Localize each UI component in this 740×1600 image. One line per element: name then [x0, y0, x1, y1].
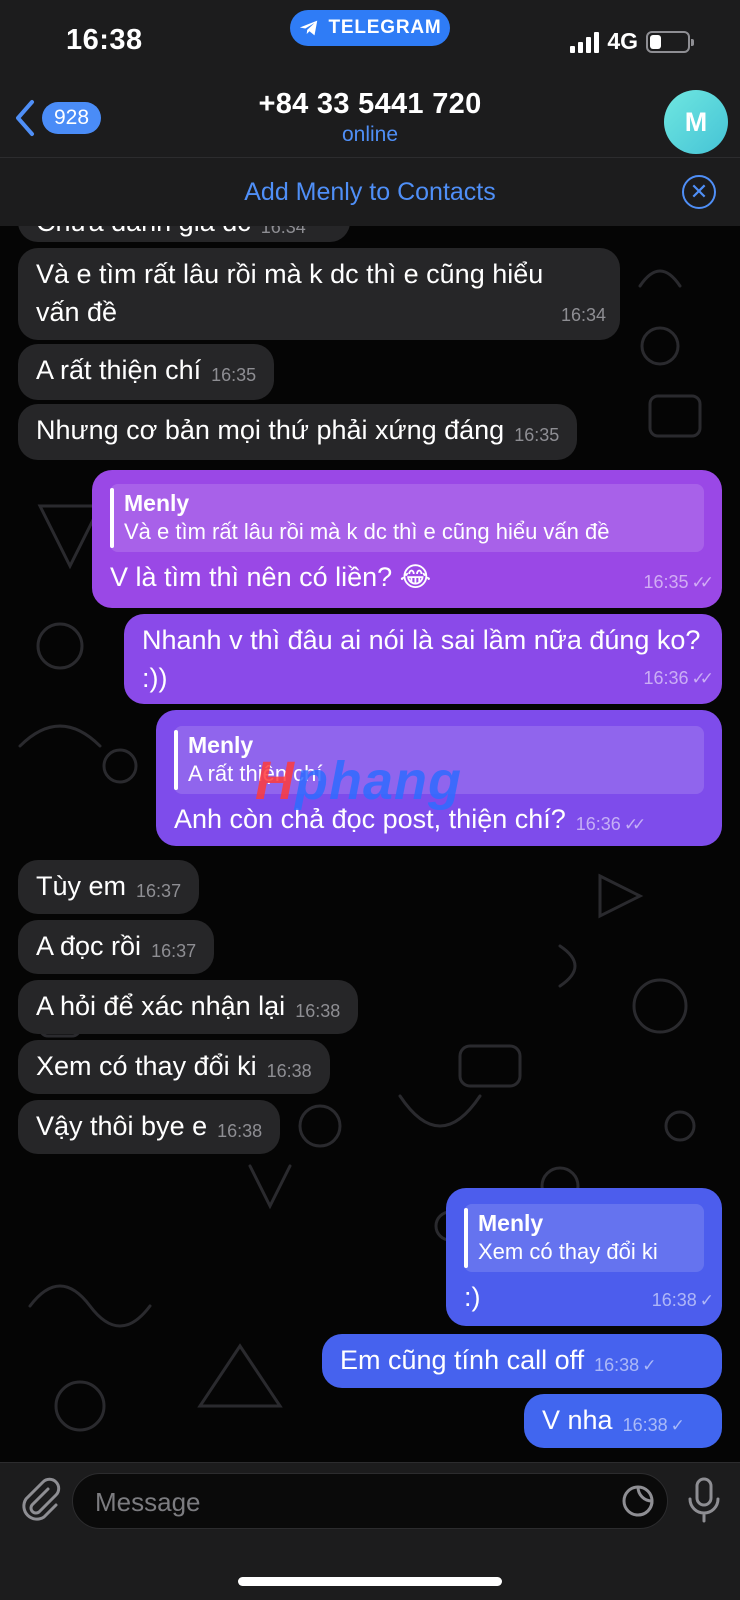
signal-icon: [570, 31, 600, 53]
reply-text: Và e tìm rất lâu rồi mà k dc thì e cũng …: [124, 519, 610, 544]
message-time: 16:37: [151, 941, 197, 961]
message-incoming[interactable]: Chưa đánh giá dc 16:34: [18, 226, 350, 242]
message-text: Nhanh v thì đâu ai nói là sai lầm nữa đú…: [142, 625, 701, 693]
message-time: 16:35: [514, 425, 560, 445]
message-outgoing[interactable]: Menly Và e tìm rất lâu rồi mà k dc thì e…: [92, 470, 722, 608]
telegram-icon: [300, 20, 318, 36]
message-time: 16:37: [136, 881, 182, 901]
message-text: Vậy thôi bye e: [36, 1111, 208, 1141]
reply-author: Menly: [124, 490, 190, 516]
watermark-logo: Hphang: [255, 751, 462, 811]
message-incoming[interactable]: Vậy thôi bye e 16:38: [18, 1100, 281, 1154]
telegram-pill[interactable]: TELEGRAM: [290, 10, 450, 46]
home-indicator: [238, 1577, 502, 1586]
message-text: A hỏi để xác nhận lại: [36, 991, 286, 1021]
message-text: Và e tìm rất lâu rồi mà k dc thì e cũng …: [36, 259, 544, 327]
telegram-pill-label: TELEGRAM: [328, 17, 442, 38]
chat-header: 928 +84 33 5441 720 online M: [0, 84, 740, 158]
message-text: V nha: [542, 1405, 613, 1435]
message-incoming[interactable]: Nhưng cơ bản mọi thứ phải xứng đáng 16:35: [18, 404, 578, 460]
read-check-icon: ✓: [670, 1416, 685, 1435]
chat-title-area[interactable]: +84 33 5441 720 online: [0, 88, 740, 147]
message-time: 16:35: [211, 365, 257, 385]
message-outgoing[interactable]: V nha 16:38 ✓: [524, 1394, 722, 1448]
message-outgoing[interactable]: Nhanh v thì đâu ai nói là sai lầm nữa đú…: [124, 614, 722, 704]
message-text: V là tìm thì nên có liền? 😂: [110, 562, 432, 592]
reply-text: Xem có thay đổi ki: [478, 1239, 658, 1264]
message-incoming[interactable]: Và e tìm rất lâu rồi mà k dc thì e cũng …: [18, 248, 620, 340]
message-outgoing[interactable]: Menly Xem có thay đổi ki :) 16:38 ✓: [446, 1188, 722, 1326]
message-text: Tùy em: [36, 871, 127, 901]
microphone-icon[interactable]: [686, 1477, 722, 1523]
battery-icon: [646, 30, 694, 53]
chat-title: +84 33 5441 720: [258, 88, 482, 120]
read-check-icon: ✓✓: [691, 573, 714, 592]
message-time: 16:34: [560, 305, 606, 325]
message-incoming[interactable]: Xem có thay đổi ki 16:38: [18, 1040, 330, 1094]
chat-status: online: [341, 123, 399, 146]
message-placeholder: Message: [95, 1487, 201, 1517]
message-time: 16:38: [295, 1001, 341, 1021]
message-time: 16:36 ✓✓: [643, 659, 714, 698]
network-type: 4G: [607, 28, 638, 54]
message-outgoing[interactable]: Em cũng tính call off 16:38 ✓: [322, 1334, 722, 1388]
close-icon[interactable]: ✕: [682, 175, 716, 209]
message-time: 16:38: [217, 1121, 263, 1141]
message-text: Nhưng cơ bản mọi thứ phải xứng đáng: [36, 415, 505, 445]
compose-bar: Message: [0, 1462, 740, 1600]
message-input[interactable]: Message: [72, 1473, 668, 1529]
read-check-icon: ✓✓: [623, 815, 646, 834]
reply-quote[interactable]: Menly Xem có thay đổi ki: [464, 1204, 704, 1272]
read-check-icon: ✓: [699, 1291, 714, 1310]
message-text: Em cũng tính call off: [340, 1345, 585, 1375]
reply-quote[interactable]: Menly Và e tìm rất lâu rồi mà k dc thì e…: [110, 484, 704, 552]
add-contact-bar: Add Menly to Contacts ✕: [0, 158, 740, 226]
message-incoming[interactable]: Tùy em 16:37: [18, 860, 200, 914]
message-text: Xem có thay đổi ki: [36, 1051, 257, 1081]
message-text: A đọc rồi: [36, 931, 142, 961]
reply-author: Menly: [478, 1210, 544, 1236]
read-check-icon: ✓✓: [691, 669, 714, 688]
message-text: Chưa đánh giá dc: [36, 226, 251, 237]
message-time: 16:36 ✓✓: [576, 805, 646, 844]
paperclip-icon[interactable]: [18, 1477, 62, 1523]
avatar[interactable]: M: [664, 90, 728, 154]
message-list[interactable]: Chưa đánh giá dc 16:34 Và e tìm rất lâu r…: [0, 226, 740, 1462]
message-incoming[interactable]: A hỏi để xác nhận lại 16:38: [18, 980, 359, 1034]
message-incoming[interactable]: A đọc rồi 16:37: [18, 920, 215, 974]
message-time: 16:38: [266, 1061, 312, 1081]
message-time: 16:35 ✓✓: [643, 563, 714, 602]
message-time: 16:38 ✓: [623, 1406, 685, 1445]
read-check-icon: ✓: [642, 1356, 656, 1375]
status-time: 16:38: [66, 24, 143, 56]
message-time: 16:34: [260, 226, 306, 237]
message-text: A rất thiện chí: [36, 355, 202, 385]
message-time: 16:38 ✓: [594, 1346, 656, 1385]
add-to-contacts-link[interactable]: Add Menly to Contacts: [244, 178, 496, 207]
message-incoming[interactable]: A rất thiện chí 16:35: [18, 344, 275, 400]
status-bar: 16:38 TELEGRAM 4G: [0, 0, 740, 84]
sticker-icon[interactable]: [621, 1484, 655, 1518]
message-time: 16:38 ✓: [652, 1281, 714, 1320]
